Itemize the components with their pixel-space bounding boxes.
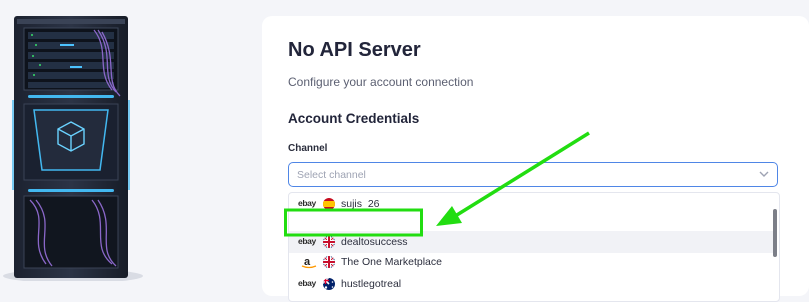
page-title: No API Server	[288, 39, 421, 61]
uk-flag-icon	[323, 256, 335, 268]
channel-option-name: sujis_26	[341, 198, 380, 210]
channel-option-name: dealtosuccess	[341, 236, 408, 248]
channel-label: Channel	[288, 143, 328, 154]
server-config-card: No API Server Configure your account con…	[262, 16, 809, 302]
channel-option[interactable]: ebay hustlegotreal	[289, 273, 775, 295]
amazon-logo-icon: a	[298, 256, 320, 269]
ebay-logo-icon: ebay	[298, 236, 316, 246]
channel-option[interactable]: ebay sujis_26	[289, 193, 775, 215]
australia-flag-icon	[323, 278, 335, 290]
channel-select[interactable]: Select channel	[288, 162, 778, 187]
ebay-logo-icon: ebay	[298, 278, 316, 288]
uk-flag-icon	[323, 236, 335, 248]
channel-dropdown[interactable]: ebay sujis_26 ebay dealtosuccess a The O…	[288, 192, 780, 302]
server-rack-illustration	[3, 16, 143, 281]
chevron-down-icon	[759, 171, 769, 177]
section-title: Account Credentials	[288, 111, 420, 126]
channel-select-placeholder: Select channel	[297, 169, 366, 181]
dropdown-scrollbar[interactable]	[773, 209, 777, 257]
channel-option[interactable]: a The One Marketplace	[289, 251, 775, 273]
channel-option-highlighted[interactable]: ebay dealtosuccess	[289, 231, 775, 253]
page-subtitle: Configure your account connection	[288, 75, 474, 89]
ebay-logo-icon: ebay	[298, 198, 316, 208]
spain-flag-icon	[323, 198, 335, 210]
amazon-letter: a	[304, 256, 311, 268]
channel-option-name: hustlegotreal	[341, 278, 402, 290]
channel-option-name: The One Marketplace	[341, 256, 442, 268]
